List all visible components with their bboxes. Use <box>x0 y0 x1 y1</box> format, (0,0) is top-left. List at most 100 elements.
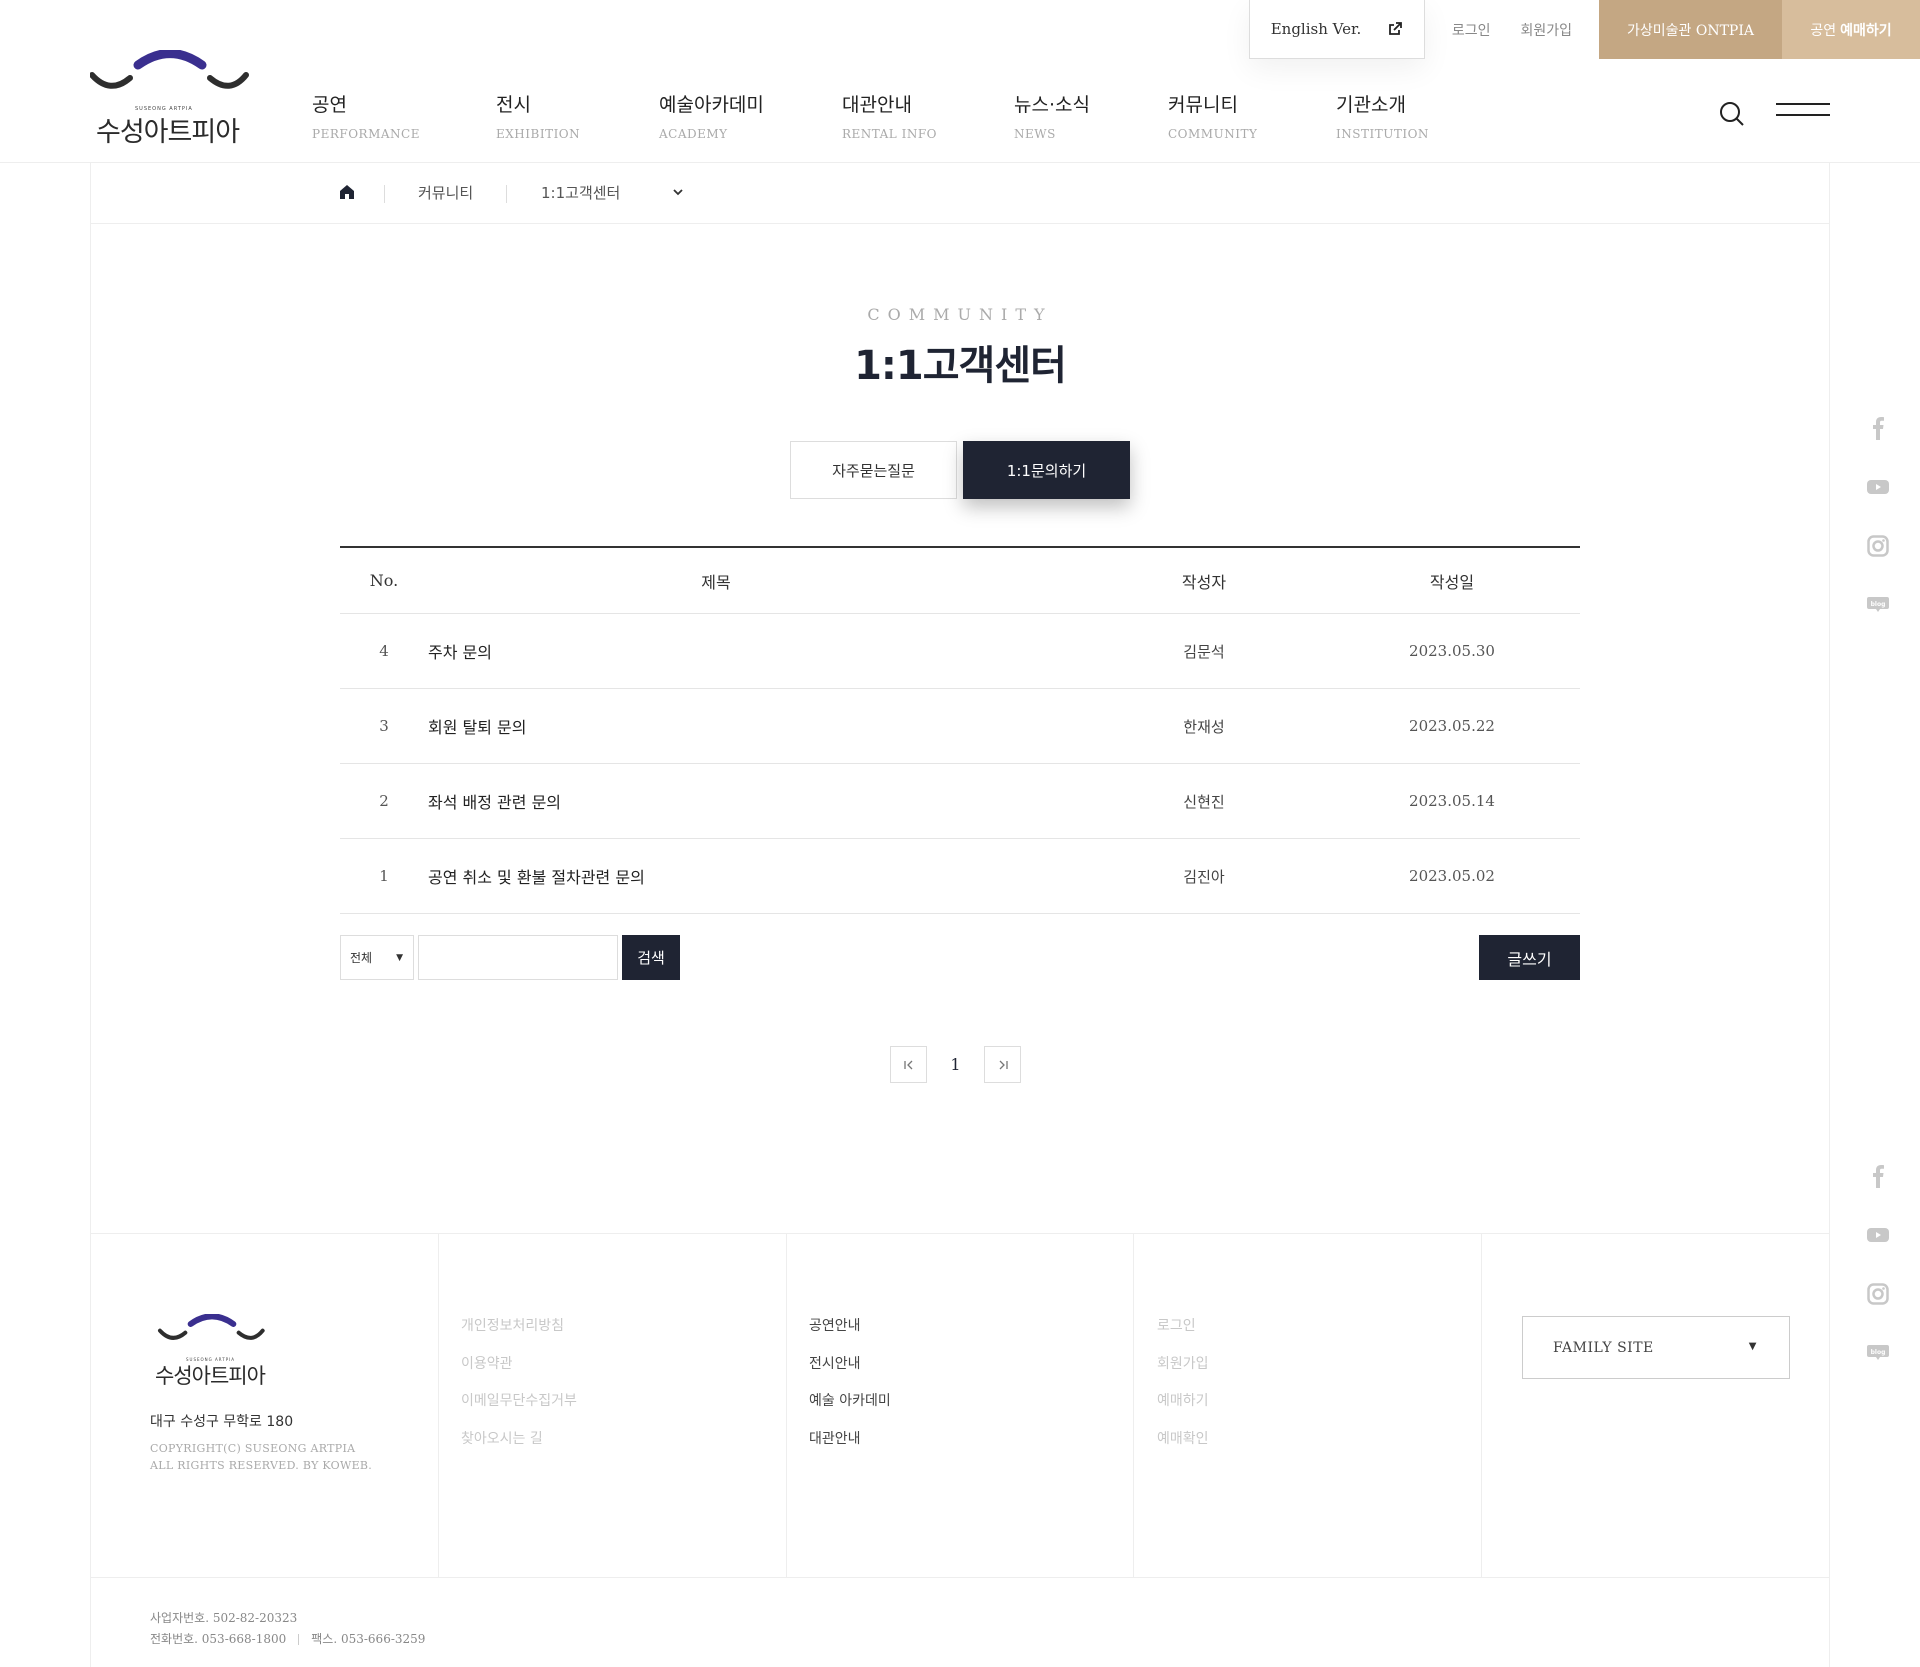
hamburger-line <box>1776 103 1830 105</box>
ticket-booking-link[interactable]: 공연 예매하기 <box>1782 0 1920 59</box>
phone-number: 전화번호. 053-668-1800 <box>150 1632 287 1646</box>
search-icon <box>1720 102 1744 126</box>
search-input[interactable] <box>418 935 618 980</box>
pagination: 1 <box>890 1046 1021 1083</box>
footer-link[interactable]: 공연안내 <box>809 1315 891 1353</box>
sns-bar: blog <box>1866 416 1890 652</box>
svg-text:blog: blog <box>1871 601 1886 608</box>
footer-link[interactable]: 이용약관 <box>461 1353 577 1391</box>
footer-links-guide: 공연안내 전시안내 예술 아카데미 대관안내 <box>809 1315 891 1465</box>
search-button[interactable] <box>1719 101 1745 127</box>
table-row[interactable]: 4 주차 문의 김문석 2023.05.30 <box>340 614 1580 689</box>
youtube-icon[interactable] <box>1866 1223 1890 1247</box>
nav-community[interactable]: 커뮤니티 COMMUNITY <box>1168 90 1336 141</box>
footer-link[interactable]: 예매확인 <box>1157 1428 1209 1466</box>
current-page[interactable]: 1 <box>927 1055 984 1074</box>
row-title[interactable]: 주차 문의 <box>428 639 1084 663</box>
row-title[interactable]: 회원 탈퇴 문의 <box>428 714 1084 738</box>
first-page-button[interactable] <box>890 1046 927 1083</box>
footer-link[interactable]: 대관안내 <box>809 1428 891 1466</box>
login-link[interactable]: 로그인 <box>1452 20 1491 40</box>
footer-divider <box>1481 1234 1482 1577</box>
instagram-icon[interactable] <box>1866 534 1890 558</box>
nav-label: 공연 <box>312 94 347 116</box>
row-writer: 김진아 <box>1183 867 1225 886</box>
footer-link[interactable]: 개인정보처리방침 <box>461 1315 577 1353</box>
footer-divider <box>91 1577 1829 1578</box>
logo-korean-name: 수성아트피아 <box>96 117 240 148</box>
nav-exhibition[interactable]: 전시 EXHIBITION <box>496 90 659 141</box>
footer-divider <box>786 1234 787 1577</box>
tab-faq[interactable]: 자주묻는질문 <box>790 441 957 499</box>
nav-label: 커뮤니티 <box>1168 94 1238 116</box>
nav-news[interactable]: 뉴스·소식 NEWS <box>1014 90 1168 141</box>
home-icon[interactable] <box>338 183 356 201</box>
first-page-icon <box>903 1060 912 1069</box>
main-navigation: 공연 PERFORMANCE 전시 EXHIBITION 예술아카데미 ACAD… <box>312 90 1486 141</box>
breadcrumb-separator <box>384 185 385 203</box>
menu-button[interactable] <box>1776 103 1830 121</box>
row-no: 4 <box>379 642 389 660</box>
row-title[interactable]: 좌석 배정 관련 문의 <box>428 789 1084 813</box>
join-link[interactable]: 회원가입 <box>1521 20 1573 40</box>
row-writer: 신현진 <box>1183 792 1225 811</box>
footer-link[interactable]: 찾아오시는 길 <box>461 1428 577 1466</box>
contact-line: 전화번호. 053-668-1800 팩스. 053-666-3259 <box>150 1629 425 1650</box>
blog-icon[interactable]: blog <box>1866 1341 1890 1365</box>
blog-icon[interactable]: blog <box>1866 593 1890 617</box>
row-date: 2023.05.22 <box>1409 717 1495 735</box>
chevron-down-icon[interactable] <box>671 185 685 199</box>
last-page-button[interactable] <box>984 1046 1021 1083</box>
search-submit-button[interactable]: 검색 <box>622 935 680 980</box>
ticket-prefix: 공연 <box>1810 22 1837 39</box>
facebook-icon[interactable] <box>1866 1164 1890 1188</box>
site-logo[interactable]: SUSEONG ARTPIA 수성아트피아 <box>90 50 250 148</box>
search-type-value: 전체 <box>350 951 373 965</box>
nav-label: 기관소개 <box>1336 94 1406 116</box>
instagram-icon[interactable] <box>1866 1282 1890 1306</box>
search-type-select[interactable]: 전체 ▼ <box>340 935 414 980</box>
row-no: 2 <box>379 792 389 810</box>
footer-link[interactable]: 회원가입 <box>1157 1353 1209 1391</box>
table-row[interactable]: 3 회원 탈퇴 문의 한재성 2023.05.22 <box>340 689 1580 764</box>
caret-down-icon: ▼ <box>1748 1341 1757 1352</box>
auth-links: 로그인 회원가입 <box>1425 0 1599 59</box>
copyright-line: COPYRIGHT(C) SUSEONG ARTPIA <box>150 1442 356 1455</box>
breadcrumb-depth2[interactable]: 1:1고객센터 <box>541 182 620 203</box>
tab-inquiry[interactable]: 1:1문의하기 <box>963 441 1130 499</box>
svg-text:blog: blog <box>1871 1349 1886 1356</box>
breadcrumb-depth1[interactable]: 커뮤니티 <box>418 182 473 203</box>
english-version-link[interactable]: English Ver. <box>1249 0 1425 59</box>
youtube-icon[interactable] <box>1866 475 1890 499</box>
nav-performance[interactable]: 공연 PERFORMANCE <box>312 90 496 141</box>
row-title[interactable]: 공연 취소 및 환불 절차관련 문의 <box>428 864 1084 888</box>
nav-sublabel: RENTAL INFO <box>842 127 937 141</box>
nav-academy[interactable]: 예술아카데미 ACADEMY <box>659 90 842 141</box>
footer-link[interactable]: 전시안내 <box>809 1353 891 1391</box>
logo-mark <box>90 50 249 89</box>
breadcrumb-separator <box>506 185 507 203</box>
table-row[interactable]: 1 공연 취소 및 환불 절차관련 문의 김진아 2023.05.02 <box>340 839 1580 914</box>
nav-sublabel: ACADEMY <box>659 127 728 141</box>
external-link-icon <box>1389 22 1403 35</box>
family-site-select[interactable]: FAMILY SITE ▼ <box>1522 1316 1790 1379</box>
footer-links-policy: 개인정보처리방침 이용약관 이메일무단수집거부 찾아오시는 길 <box>461 1315 577 1465</box>
sns-bar: blog <box>1866 1164 1890 1400</box>
footer-divider <box>438 1234 439 1577</box>
facebook-icon[interactable] <box>1866 416 1890 440</box>
header-writer: 작성자 <box>1181 572 1227 592</box>
nav-label: 대관안내 <box>842 94 912 116</box>
footer-link[interactable]: 예술 아카데미 <box>809 1390 891 1428</box>
table-row[interactable]: 2 좌석 배정 관련 문의 신현진 2023.05.14 <box>340 764 1580 839</box>
business-number: 사업자번호. 502-82-20323 <box>150 1611 298 1625</box>
write-button[interactable]: 글쓰기 <box>1479 935 1580 980</box>
nav-institution[interactable]: 기관소개 INSTITUTION <box>1336 90 1486 141</box>
footer-link[interactable]: 이메일무단수집거부 <box>461 1390 577 1428</box>
caret-down-icon: ▼ <box>396 953 403 963</box>
ontpia-link[interactable]: 가상미술관 ONTPIA <box>1599 0 1782 59</box>
family-site-label: FAMILY SITE <box>1553 1339 1654 1356</box>
footer-link[interactable]: 로그인 <box>1157 1315 1209 1353</box>
nav-label: 뉴스·소식 <box>1014 94 1090 116</box>
nav-rental[interactable]: 대관안내 RENTAL INFO <box>842 90 1014 141</box>
footer-link[interactable]: 예매하기 <box>1157 1390 1209 1428</box>
